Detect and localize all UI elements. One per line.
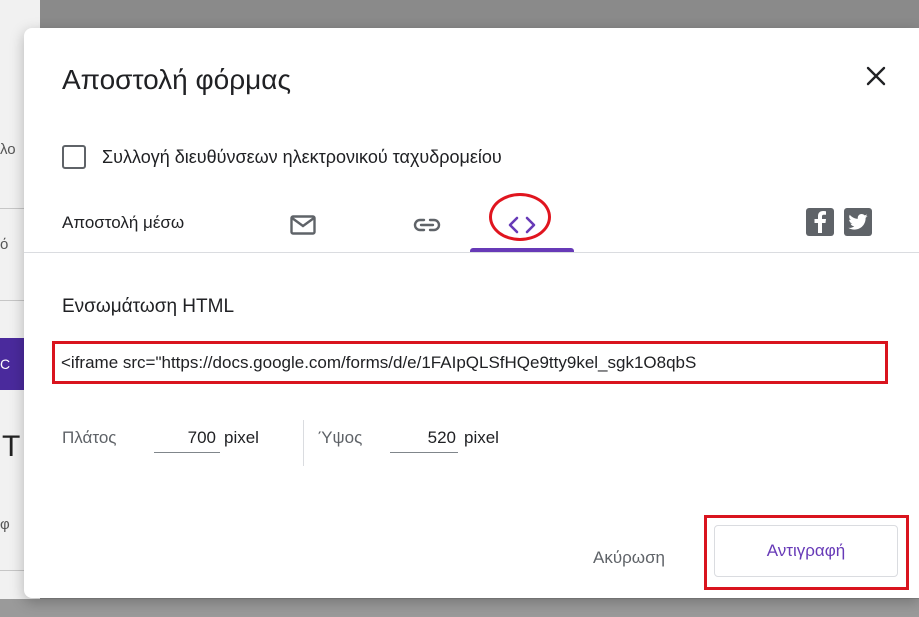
- send-via-label: Αποστολή μέσω: [62, 213, 185, 232]
- width-input[interactable]: 700: [154, 428, 216, 448]
- embed-code-field[interactable]: [55, 352, 885, 373]
- copy-button[interactable]: Αντιγραφή: [714, 525, 898, 577]
- background-text: φ: [0, 516, 10, 533]
- tab-email[interactable]: [268, 196, 338, 253]
- tab-link[interactable]: [382, 196, 472, 253]
- facebook-share-button[interactable]: [806, 208, 834, 236]
- modal-backdrop: [0, 599, 919, 617]
- height-input[interactable]: 520: [392, 428, 456, 448]
- height-unit: pixel: [464, 428, 499, 447]
- width-label: Πλάτος: [62, 428, 117, 447]
- dialog-title: Αποστολή φόρμας: [62, 64, 291, 95]
- collect-emails-row[interactable]: Συλλογή διευθύνσεων ηλεκτρονικού ταχυδρο…: [62, 145, 502, 169]
- collect-emails-label: Συλλογή διευθύνσεων ηλεκτρονικού ταχυδρο…: [102, 146, 502, 167]
- twitter-share-button[interactable]: [844, 208, 872, 236]
- twitter-icon: [848, 214, 868, 230]
- embed-html-heading: Ενσωμάτωση HTML: [62, 296, 235, 317]
- collect-emails-checkbox[interactable]: [62, 145, 86, 169]
- embed-code-annotation-box: [52, 341, 888, 384]
- background-text: λο: [0, 141, 16, 158]
- background-divider: [0, 300, 24, 301]
- background-divider: [0, 208, 24, 209]
- background-button-label: C: [0, 356, 11, 372]
- link-icon: [413, 218, 441, 231]
- close-button[interactable]: [856, 56, 896, 96]
- send-form-dialog: Αποστολή φόρμας Συλλογή διευθύνσεων ηλεκ…: [24, 28, 919, 598]
- height-input-underline: [390, 452, 458, 453]
- close-icon: [866, 66, 886, 86]
- background-text: ό: [0, 236, 9, 253]
- facebook-icon: [814, 211, 826, 233]
- width-input-underline: [154, 452, 220, 453]
- tabs-divider: [24, 252, 919, 253]
- dimensions-separator: [303, 420, 304, 466]
- cancel-button[interactable]: Ακύρωση: [569, 538, 689, 578]
- background-button: C: [0, 338, 24, 390]
- embed-dimensions: Πλάτος 700 pixel Ύψος 520 pixel: [62, 420, 582, 470]
- height-label: Ύψος: [318, 428, 363, 447]
- embed-tab-annotation-circle: [489, 193, 551, 241]
- send-via-row: Αποστολή μέσω: [62, 196, 892, 253]
- email-icon: [290, 214, 316, 235]
- background-title: Τ: [2, 430, 21, 463]
- background-divider: [0, 570, 24, 571]
- width-unit: pixel: [224, 428, 259, 447]
